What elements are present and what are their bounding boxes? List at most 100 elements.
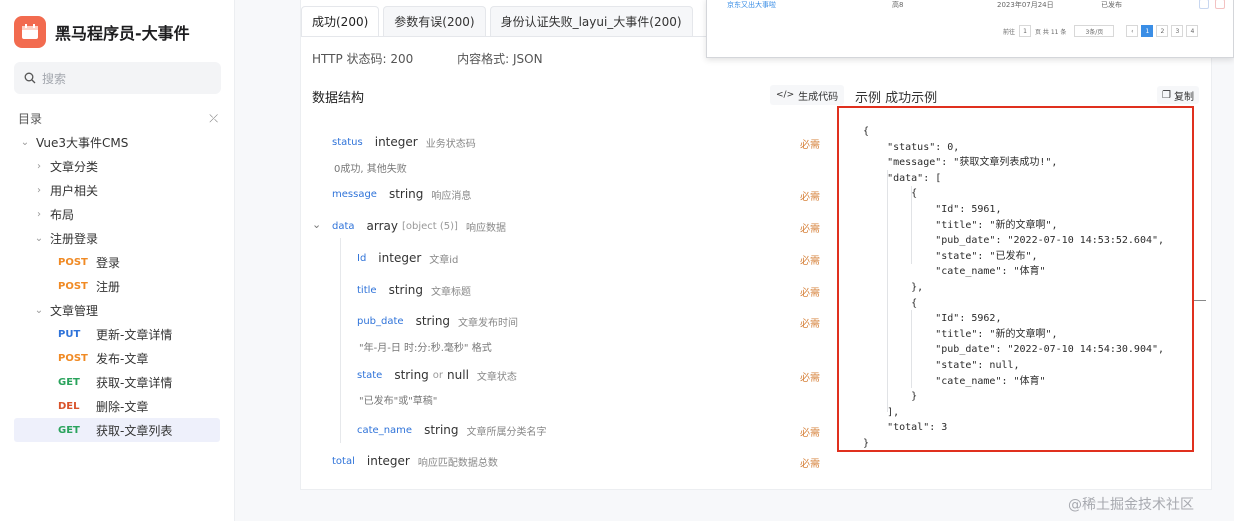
code-line: { (863, 126, 870, 137)
field-description: 文章发布时间 (458, 317, 519, 329)
http-method-badge: POST (58, 256, 88, 268)
field-name: message (332, 188, 377, 200)
pager-page-button[interactable]: 1 (1141, 25, 1154, 37)
field-description: 文章状态 (476, 371, 517, 383)
sidebar-folder[interactable]: › 用户相关 (14, 178, 220, 202)
sidebar-endpoint[interactable]: POST 登录 (14, 250, 220, 274)
schema-field-row: pub_date string 文章发布时间 (357, 311, 518, 331)
copy-label: 复制 (1173, 91, 1194, 103)
toc-label: 目录 (18, 112, 43, 126)
sidebar-folder[interactable]: ⌄ Vue3大事件CMS (14, 130, 220, 154)
field-type: integer (374, 135, 418, 149)
pager-page-button[interactable]: 2 (1156, 25, 1169, 37)
required-badge: 必需 (800, 192, 820, 203)
example-code: { "status": 0, "message": "获取文章列表成功!", "… (863, 124, 1164, 451)
sidebar-item-label: 文章管理 (50, 303, 99, 318)
search-icon (24, 72, 36, 84)
response-tab[interactable]: 参数有误(200) (383, 6, 486, 36)
code-line: ], (863, 406, 900, 418)
expand-chevron-icon[interactable]: ⌄ (312, 218, 321, 231)
code-line: "total": 3 (863, 422, 948, 434)
content-type: 内容格式: JSON (457, 52, 543, 66)
sidebar-item-label: 删除-文章 (96, 399, 149, 414)
sidebar: 黑马程序员-大事件 搜索 目录 ⤫ ⌄ Vue3大事件CMS › 文章分类 › 用户相关 ›… (0, 0, 235, 521)
overlay-pager: 前往 1 页 共 11 条 3条/页 ‹ 1234 (1003, 25, 1199, 37)
response-tab[interactable]: 身份认证失败_layui_大事件(200) (489, 6, 693, 36)
sidebar-folder[interactable]: › 布局 (14, 202, 220, 226)
field-type-or: or (432, 369, 444, 381)
pager-pages: 1234 (1138, 25, 1199, 37)
sidebar-endpoint[interactable]: GET 获取-文章详情 (14, 370, 220, 394)
http-method-badge: POST (58, 280, 88, 292)
code-line: } (863, 391, 918, 403)
http-method-badge: DEL (58, 400, 80, 412)
response-meta: HTTP 状态码: 200 内容格式: JSON (312, 50, 583, 67)
sidebar-folder[interactable]: › 文章分类 (14, 154, 220, 178)
pager-page-button[interactable]: 4 (1186, 25, 1199, 37)
required-badge: 必需 (800, 288, 820, 299)
overlay-delete-icon[interactable] (1215, 0, 1225, 9)
field-type: string (388, 283, 424, 297)
sidebar-folder[interactable]: ⌄ 文章管理 (14, 298, 220, 322)
code-line: "pub_date": "2022-07-10 14:53:52.604", (863, 235, 1165, 247)
response-tab[interactable]: 成功(200) (301, 6, 380, 36)
copy-button[interactable]: ❐ 复制 (1157, 86, 1199, 104)
status-code: HTTP 状态码: 200 (312, 52, 414, 66)
http-method-badge: GET (58, 376, 80, 388)
sidebar-endpoint[interactable]: POST 发布-文章 (14, 346, 220, 370)
example-code-box[interactable]: { "status": 0, "message": "获取文章列表成功!", "… (837, 106, 1194, 452)
schema-field-row: status integer 业务状态码 (332, 132, 476, 152)
required-badge: 必需 (800, 428, 820, 439)
required-badge: 必需 (800, 459, 820, 470)
pager-prev-icon[interactable]: ‹ (1126, 25, 1139, 37)
chevron-icon: ⌄ (34, 232, 44, 244)
code-line: "state": "已发布", (863, 250, 1038, 262)
sidebar-endpoint[interactable]: PUT 更新-文章详情 (14, 322, 220, 346)
field-type: integer (378, 251, 422, 265)
overlay-row-state: 已发布 (1101, 1, 1122, 9)
code-line: "cate_name": "体育" (863, 266, 1046, 278)
code-line: }, (863, 281, 924, 293)
field-type-alt: null (447, 368, 469, 382)
pager-jump-input[interactable]: 1 (1019, 25, 1032, 37)
field-description: 业务状态码 (425, 138, 476, 150)
sidebar-endpoint[interactable]: POST 注册 (14, 274, 220, 298)
code-line: "title": "新的文章啊", (863, 328, 1058, 340)
generate-code-label: 生成代码 (798, 91, 839, 103)
collapse-all-icon[interactable]: ⤫ (209, 112, 218, 126)
schema-field-row: total integer 响应匹配数据总数 (332, 451, 498, 471)
pager-size-select[interactable]: 3条/页 (1074, 25, 1115, 37)
field-name: total (332, 455, 355, 467)
code-line: "status": 0, (863, 141, 960, 153)
sidebar-item-label: 发布-文章 (96, 351, 149, 366)
pager-page-button[interactable]: 3 (1171, 25, 1184, 37)
sidebar-endpoint[interactable]: DEL 删除-文章 (14, 394, 220, 418)
code-line: "pub_date": "2022-07-10 14:54:30.904", (863, 344, 1165, 356)
generate-code-button[interactable]: </> 生成代码 (770, 85, 845, 105)
overlay-edit-icon[interactable] (1199, 0, 1209, 9)
toc-header: 目录 ⤫ (18, 110, 218, 127)
required-badge: 必需 (800, 373, 820, 384)
chevron-icon: › (37, 208, 41, 220)
field-description: 文章id (429, 254, 459, 266)
search-input[interactable]: 搜索 (14, 62, 221, 94)
required-badge: 必需 (800, 140, 820, 151)
field-description: 响应消息 (431, 190, 472, 202)
code-line: "message": "获取文章列表成功!", (863, 157, 1058, 169)
schema-title: 数据结构 (312, 91, 365, 106)
sidebar-item-label: 获取-文章列表 (96, 423, 173, 438)
field-type: string (424, 423, 459, 437)
sidebar-folder[interactable]: ⌄ 注册登录 (14, 226, 220, 250)
overlay-row-date: 2023年07月24日 (997, 1, 1054, 9)
response-tabs: 成功(200) 参数有误(200) 身份认证失败_layui_大事件(200) (301, 6, 697, 36)
code-line: "cate_name": "体育" (863, 375, 1046, 387)
field-name: data (332, 220, 355, 232)
field-description: 响应匹配数据总数 (417, 457, 498, 469)
field-type: string (415, 314, 451, 328)
sidebar-endpoint[interactable]: GET 获取-文章列表 (14, 418, 220, 442)
search-placeholder: 搜索 (42, 71, 67, 86)
field-name: pub_date (357, 315, 404, 327)
overlay-row-title: 京东又出大事啦 (727, 1, 776, 9)
chevron-icon: › (37, 160, 41, 172)
sidebar-item-label: 用户相关 (50, 183, 99, 198)
